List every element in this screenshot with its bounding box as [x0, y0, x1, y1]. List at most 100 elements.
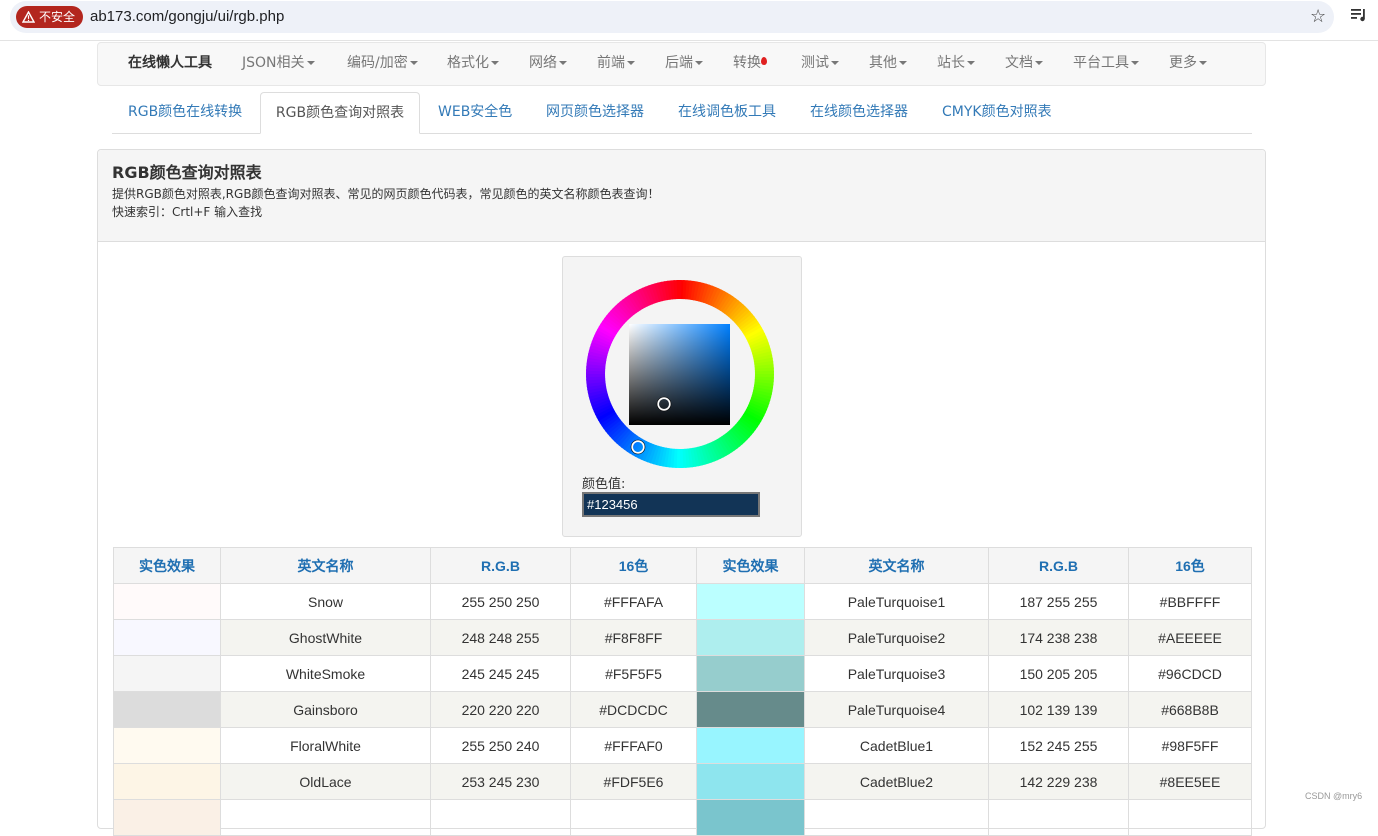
- color-swatch: [696, 619, 805, 656]
- warning-icon: [22, 11, 35, 23]
- caret-down-icon: [409, 61, 418, 65]
- color-hex: #DCDCDC: [570, 691, 697, 728]
- table-row: WhiteSmoke 245 245 245 #F5F5F5 PaleTurquois…: [113, 655, 1252, 692]
- caret-down-icon: [695, 61, 703, 65]
- table-row: GhostWhite 248 248 255 #F8F8FF PaleTurquois…: [113, 619, 1252, 656]
- saturation-square[interactable]: [629, 324, 730, 425]
- color-name: Snow: [220, 583, 431, 620]
- col-rgb-header: R.G.B: [430, 547, 571, 584]
- nav-item-convert[interactable]: 转换: [733, 43, 767, 83]
- nav-item-backend[interactable]: 后端: [665, 43, 703, 83]
- table-row: OldLace 253 245 230 #FDF5E6 CadetBlue2 142 2…: [113, 763, 1252, 800]
- col-swatch-header-2: 实色效果: [696, 547, 805, 584]
- color-hex: #96CDCD: [1128, 655, 1252, 692]
- nav-item-label: 网络: [529, 55, 557, 71]
- hot-flame-icon: [761, 57, 767, 65]
- nav-item-encode[interactable]: 编码/加密: [347, 43, 418, 83]
- tab-rgb-convert[interactable]: RGB颜色在线转换: [128, 92, 242, 133]
- tab-online-picker[interactable]: 在线颜色选择器: [810, 92, 908, 133]
- color-name: CadetBlue1: [804, 727, 989, 764]
- caret-down-icon: [831, 61, 839, 65]
- color-name: FloralWhite: [220, 727, 431, 764]
- nav-item-label: JSON相关: [242, 55, 305, 71]
- color-name: [804, 799, 989, 836]
- color-hex: #98F5FF: [1128, 727, 1252, 764]
- color-hex: [1128, 799, 1252, 836]
- nav-item-webmaster[interactable]: 站长: [937, 43, 975, 83]
- color-swatch: [696, 763, 805, 800]
- color-swatch: [696, 655, 805, 692]
- color-swatch: [113, 763, 221, 800]
- color-hex: #BBFFFF: [1128, 583, 1252, 620]
- nav-item-json[interactable]: JSON相关: [242, 43, 315, 83]
- nav-item-label: 测试: [801, 55, 829, 71]
- nav-item-more[interactable]: 更多: [1169, 43, 1207, 83]
- col-rgb-header-2: R.G.B: [988, 547, 1129, 584]
- color-swatch: [696, 583, 805, 620]
- nav-item-network[interactable]: 网络: [529, 43, 567, 83]
- table-row: [113, 799, 1252, 836]
- color-hex: #FFFAF0: [570, 727, 697, 764]
- color-name: PaleTurquoise3: [804, 655, 989, 692]
- color-hex: #F8F8FF: [570, 619, 697, 656]
- color-wheel[interactable]: [563, 257, 801, 472]
- color-rgb: 253 245 230: [430, 763, 571, 800]
- nav-item-other[interactable]: 其他: [869, 43, 907, 83]
- color-value-input[interactable]: #123456: [582, 492, 760, 517]
- nav-item-label: 编码/加密: [347, 55, 408, 71]
- nav-item-docs[interactable]: 文档: [1005, 43, 1043, 83]
- tab-cmyk-table[interactable]: CMYK颜色对照表: [942, 92, 1052, 133]
- color-hex: [570, 799, 697, 836]
- table-row: Gainsboro 220 220 220 #DCDCDC PaleTurquoise…: [113, 691, 1252, 728]
- url-text[interactable]: ab173.com/gongju/ui/rgb.php: [90, 1, 284, 33]
- color-rgb: 142 229 238: [988, 763, 1129, 800]
- col-hex-header: 16色: [570, 547, 697, 584]
- tab-web-color-picker[interactable]: 网页颜色选择器: [546, 92, 644, 133]
- color-swatch: [113, 727, 221, 764]
- color-table: 实色效果 英文名称 R.G.B 16色 实色效果 英文名称 R.G.B 16色 …: [113, 547, 1252, 836]
- color-name: GhostWhite: [220, 619, 431, 656]
- color-rgb: 150 205 205: [988, 655, 1129, 692]
- color-rgb: 220 220 220: [430, 691, 571, 728]
- nav-item-format[interactable]: 格式化: [447, 43, 499, 83]
- color-swatch: [113, 583, 221, 620]
- nav-item-label: 其他: [869, 55, 897, 71]
- page-description: 提供RGB颜色对照表,RGB颜色查询对照表、常见的网页颜色代码表，常见颜色的英文…: [112, 187, 660, 201]
- table-header-row: 实色效果 英文名称 R.G.B 16色 实色效果 英文名称 R.G.B 16色: [113, 547, 1252, 584]
- color-hex: #F5F5F5: [570, 655, 697, 692]
- table-row: FloralWhite 255 250 240 #FFFAF0 CadetBlue1 1…: [113, 727, 1252, 764]
- color-name: [220, 799, 431, 836]
- tab-palette-tool[interactable]: 在线调色板工具: [678, 92, 776, 133]
- caret-down-icon: [899, 61, 907, 65]
- tab-web-safe[interactable]: WEB安全色: [438, 92, 512, 133]
- tab-rgb-table[interactable]: RGB颜色查询对照表: [260, 92, 420, 134]
- reading-list-icon[interactable]: [1350, 6, 1368, 28]
- watermark: CSDN @mry6: [1305, 791, 1363, 801]
- bookmark-star-icon[interactable]: ☆: [1310, 7, 1326, 27]
- color-value-label: 颜色值:: [582, 477, 626, 492]
- nav-item-platform-tools[interactable]: 平台工具: [1073, 43, 1139, 83]
- color-swatch: [696, 691, 805, 728]
- col-swatch-header: 实色效果: [113, 547, 221, 584]
- color-name: OldLace: [220, 763, 431, 800]
- not-secure-label: 不安全: [39, 10, 76, 24]
- color-hex: #668B8B: [1128, 691, 1252, 728]
- nav-item-test[interactable]: 测试: [801, 43, 839, 83]
- color-hex: #8EE5EE: [1128, 763, 1252, 800]
- caret-down-icon: [1035, 61, 1043, 65]
- search-hint: 快速索引：Crtl+F 输入查找: [112, 205, 263, 219]
- omnibox[interactable]: 不安全 ab173.com/gongju/ui/rgb.php ☆: [10, 1, 1334, 33]
- color-name: PaleTurquoise4: [804, 691, 989, 728]
- nav-item-frontend[interactable]: 前端: [597, 43, 635, 83]
- color-name: WhiteSmoke: [220, 655, 431, 692]
- nav-brand[interactable]: 在线懒人工具: [128, 43, 212, 83]
- col-hex-header-2: 16色: [1128, 547, 1252, 584]
- color-swatch: [696, 799, 805, 836]
- panel-header: RGB颜色查询对照表 提供RGB颜色对照表,RGB颜色查询对照表、常见的网页颜色…: [98, 150, 1265, 242]
- caret-down-icon: [491, 61, 499, 65]
- color-rgb: 245 245 245: [430, 655, 571, 692]
- tool-subtabs: RGB颜色在线转换 RGB颜色查询对照表 WEB安全色 网页颜色选择器 在线调色…: [112, 92, 1252, 134]
- table-row: Snow 255 250 250 #FFFAFA PaleTurquoise1 187 …: [113, 583, 1252, 620]
- color-rgb: 255 250 240: [430, 727, 571, 764]
- not-secure-badge[interactable]: 不安全: [16, 6, 84, 28]
